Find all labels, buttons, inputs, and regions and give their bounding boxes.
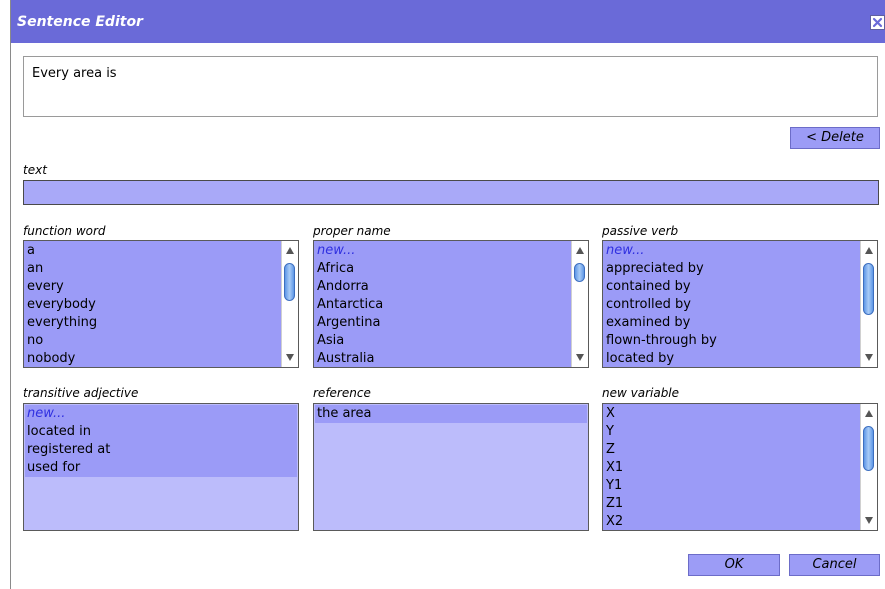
scroll-thumb[interactable] <box>284 263 295 301</box>
list-item[interactable]: a <box>25 242 280 260</box>
scroll-thumb[interactable] <box>574 263 585 282</box>
scroll-up-arrow-icon[interactable] <box>865 247 873 254</box>
reference-items: the area <box>315 405 587 423</box>
scroll-thumb[interactable] <box>863 263 874 315</box>
scroll-down-arrow-icon[interactable] <box>286 354 294 361</box>
list-item[interactable]: X2 <box>604 513 859 530</box>
reference-label: reference <box>313 386 371 400</box>
list-item[interactable]: Asia <box>315 332 570 350</box>
list-item[interactable]: nobody <box>25 350 280 367</box>
list-item[interactable]: new... <box>25 405 297 423</box>
list-item[interactable]: new... <box>604 242 859 260</box>
list-item[interactable]: X1 <box>604 459 859 477</box>
scroll-down-arrow-icon[interactable] <box>865 517 873 524</box>
function-word-label: function word <box>23 224 106 238</box>
scrollbar[interactable] <box>281 241 298 367</box>
list-item[interactable]: registered at <box>25 441 297 459</box>
sentence-editor-dialog: Sentence Editor Every area is < Delete t… <box>10 0 885 589</box>
list-item[interactable]: no <box>25 332 280 350</box>
scroll-up-arrow-icon[interactable] <box>576 247 584 254</box>
close-icon <box>872 17 883 28</box>
list-item[interactable]: located by <box>604 350 859 367</box>
list-item[interactable]: Australia <box>315 350 570 367</box>
list-item[interactable]: the area <box>315 405 587 423</box>
function-word-items: a an every everybody everything no nobody <box>25 242 280 367</box>
new-variable-items: X Y Z X1 Y1 Z1 X2 <box>604 405 859 530</box>
transitive-adjective-label: transitive adjective <box>23 386 139 400</box>
reference-list[interactable]: the area <box>313 403 589 531</box>
list-item[interactable]: contained by <box>604 278 859 296</box>
list-item[interactable]: an <box>25 260 280 278</box>
list-item[interactable]: Y <box>604 423 859 441</box>
delete-button[interactable]: < Delete <box>790 127 880 149</box>
list-item[interactable]: flown-through by <box>604 332 859 350</box>
function-word-list[interactable]: a an every everybody everything no nobody <box>23 240 299 368</box>
close-button[interactable] <box>870 15 885 30</box>
list-item[interactable]: appreciated by <box>604 260 859 278</box>
title-bar[interactable]: Sentence Editor <box>11 0 885 43</box>
list-item[interactable]: new... <box>315 242 570 260</box>
list-item[interactable]: Argentina <box>315 314 570 332</box>
list-item[interactable]: Africa <box>315 260 570 278</box>
proper-name-items: new... Africa Andorra Antarctica Argentina As… <box>315 242 570 367</box>
scroll-up-arrow-icon[interactable] <box>865 410 873 417</box>
scrollbar[interactable] <box>571 241 588 367</box>
dialog-title: Sentence Editor <box>17 14 143 30</box>
transitive-adjective-items: new... located in registered at used for <box>25 405 297 477</box>
scroll-down-arrow-icon[interactable] <box>576 354 584 361</box>
list-item[interactable]: used for <box>25 459 297 477</box>
sentence-text: Every area is <box>32 66 117 81</box>
proper-name-list[interactable]: new... Africa Andorra Antarctica Argentina As… <box>313 240 589 368</box>
list-item[interactable]: Andorra <box>315 278 570 296</box>
scrollbar[interactable] <box>860 404 877 530</box>
transitive-adjective-list[interactable]: new... located in registered at used for <box>23 403 299 531</box>
list-item[interactable]: everybody <box>25 296 280 314</box>
list-item[interactable]: Z1 <box>604 495 859 513</box>
passive-verb-label: passive verb <box>602 224 679 238</box>
list-item[interactable]: Y1 <box>604 477 859 495</box>
scroll-thumb[interactable] <box>863 426 874 471</box>
scroll-down-arrow-icon[interactable] <box>865 354 873 361</box>
scrollbar[interactable] <box>860 241 877 367</box>
list-item[interactable]: Z <box>604 441 859 459</box>
sentence-display[interactable]: Every area is <box>23 56 878 117</box>
text-input[interactable] <box>23 180 879 205</box>
passive-verb-items: new... appreciated by contained by controll… <box>604 242 859 367</box>
new-variable-label: new variable <box>602 386 680 400</box>
list-item[interactable]: examined by <box>604 314 859 332</box>
list-item[interactable]: every <box>25 278 280 296</box>
list-item[interactable]: controlled by <box>604 296 859 314</box>
text-field-label: text <box>23 163 47 177</box>
proper-name-label: proper name <box>313 224 391 238</box>
list-item[interactable]: Antarctica <box>315 296 570 314</box>
passive-verb-list[interactable]: new... appreciated by contained by controll… <box>602 240 878 368</box>
cancel-button[interactable]: Cancel <box>789 554 880 576</box>
list-item[interactable]: located in <box>25 423 297 441</box>
list-item[interactable]: X <box>604 405 859 423</box>
list-item[interactable]: everything <box>25 314 280 332</box>
ok-button[interactable]: OK <box>688 554 780 576</box>
scroll-up-arrow-icon[interactable] <box>286 247 294 254</box>
new-variable-list[interactable]: X Y Z X1 Y1 Z1 X2 <box>602 403 878 531</box>
